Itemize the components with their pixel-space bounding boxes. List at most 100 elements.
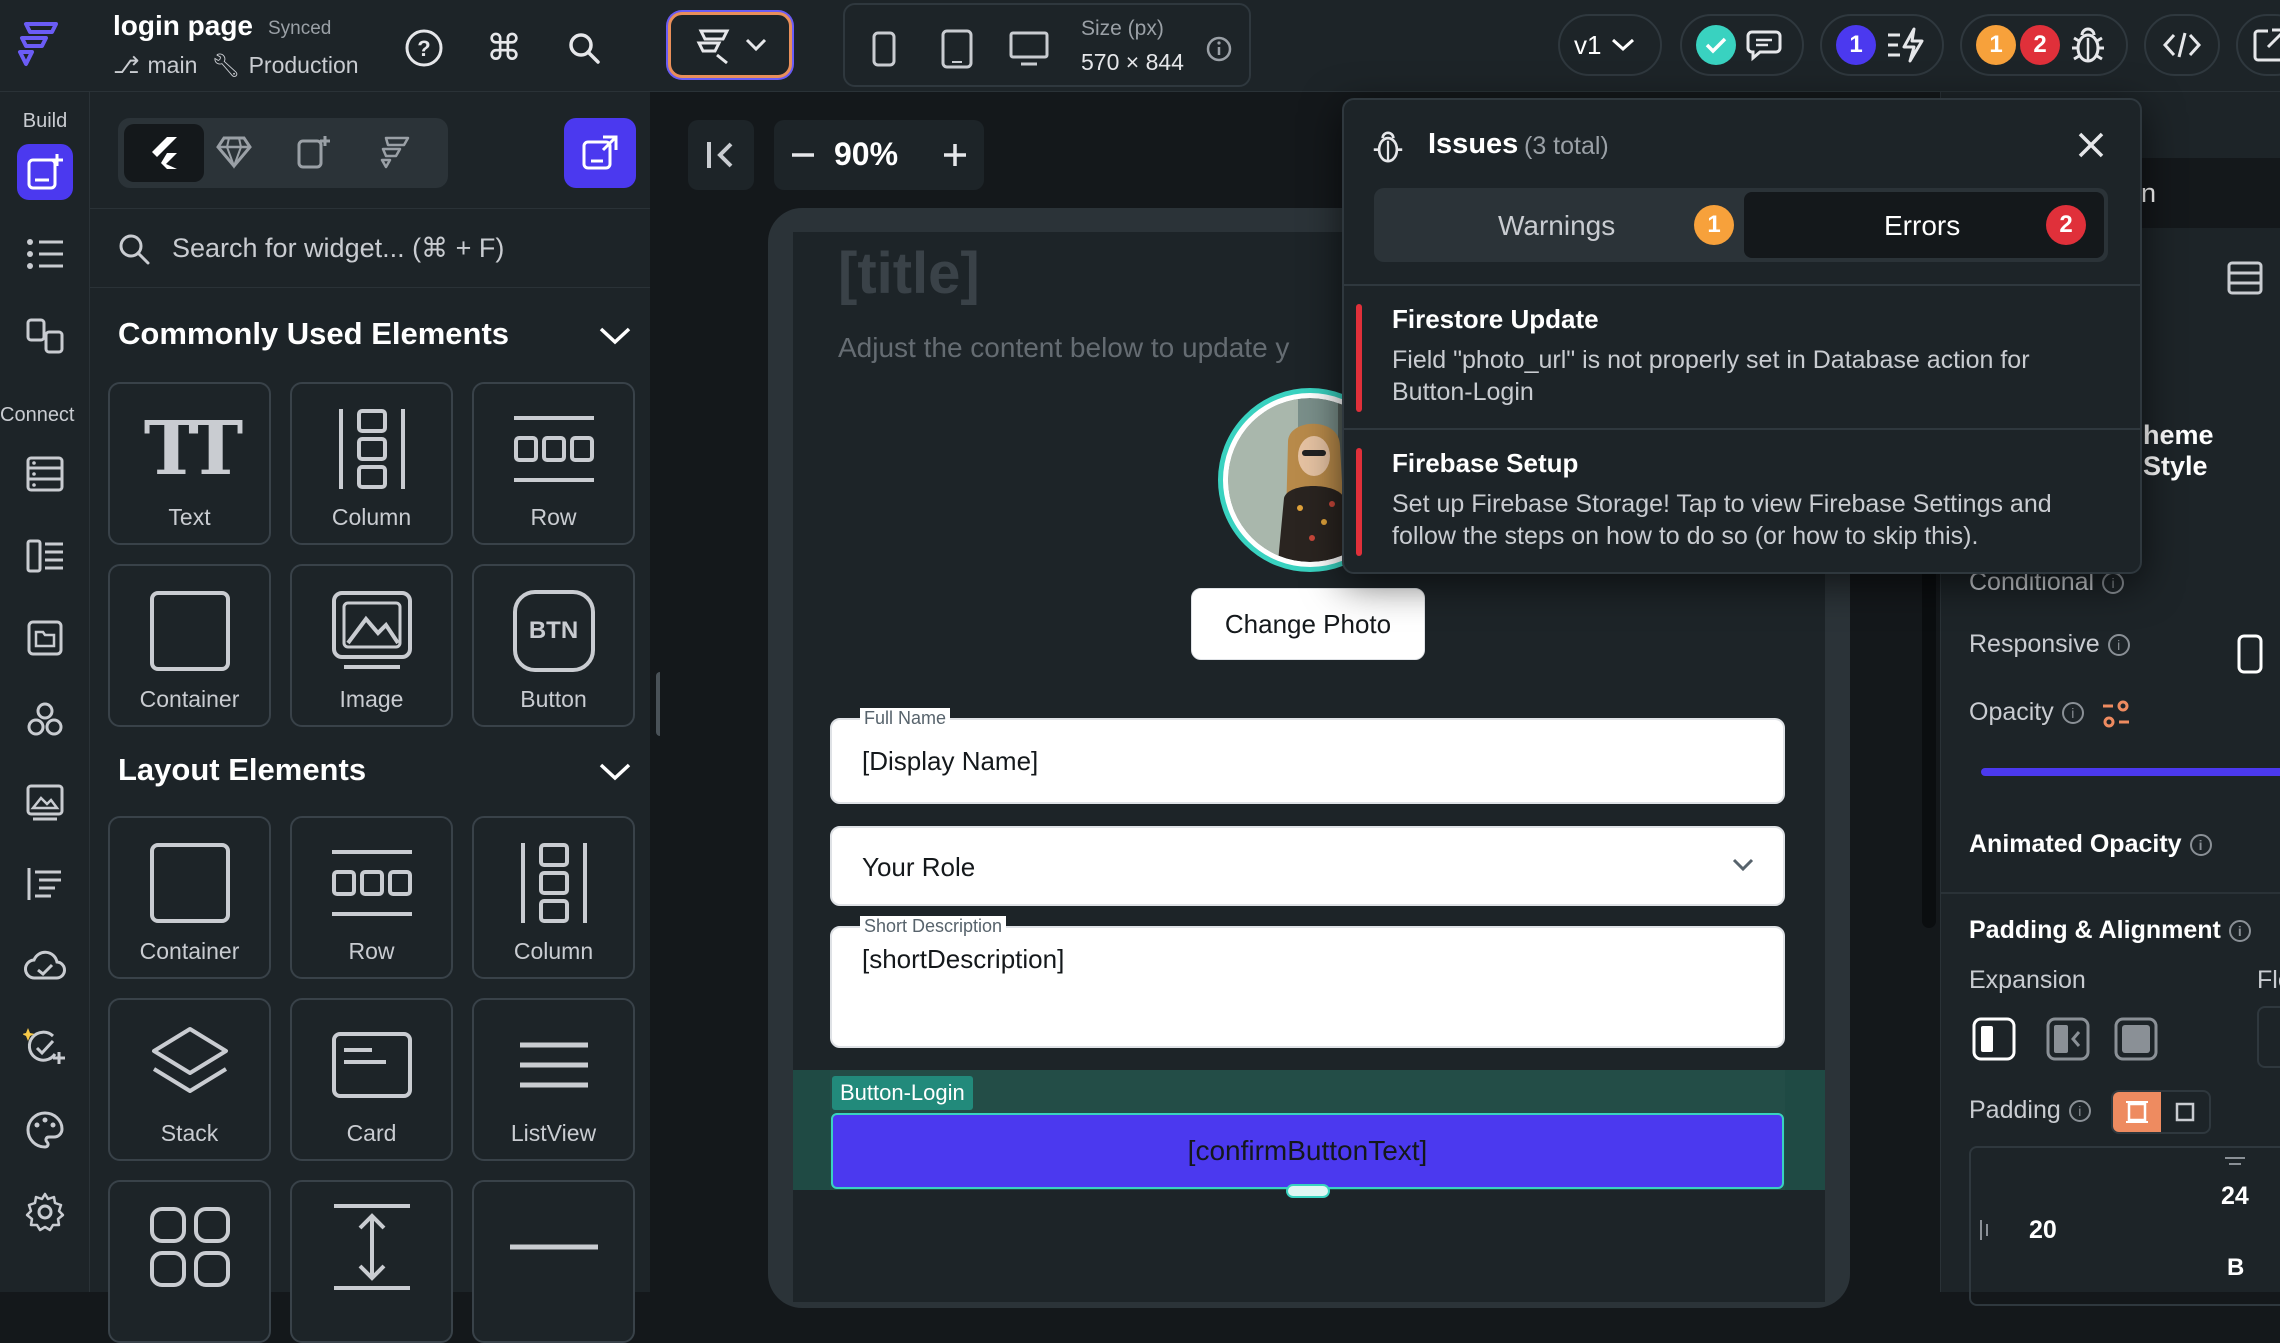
flex-input[interactable] [2257,1006,2280,1068]
widget-tile-label: Text [168,504,211,530]
widget-tile-stack[interactable]: Stack [108,998,271,1161]
flutter-icon [152,137,177,169]
desktop-device-button[interactable] [1009,31,1049,67]
widget-tile-text[interactable]: TT Text [108,382,271,545]
tab-flutterflow-components[interactable] [376,134,412,170]
branch-name: main [147,52,198,78]
rail-firestore-button[interactable] [17,446,73,502]
expand-full-icon [2114,1017,2158,1061]
padding-uniform-button[interactable] [2113,1092,2161,1132]
rail-widget-tree-button[interactable] [17,226,73,282]
widget-mode-dropdown[interactable] [668,12,792,78]
tab-premium-widgets[interactable] [216,134,252,170]
tab-flutter-widgets[interactable] [124,124,204,182]
padding-top-value[interactable]: 24 [2221,1182,2249,1211]
logo-icon [18,22,58,66]
confirm-button[interactable]: [confirmButtonText] [831,1113,1784,1189]
tab-custom-widgets[interactable] [296,134,332,170]
command-palette-button[interactable]: ⌘ [480,24,528,72]
zoom-out-button[interactable] [790,142,816,168]
tablet-device-button[interactable] [941,29,973,69]
theme-style-label[interactable]: heme Style [2143,420,2280,482]
expansion-label: Expansion [1969,966,2086,994]
code-view-button[interactable] [2144,14,2220,76]
issue-item[interactable]: Firestore Update Field "photo_url" is no… [1344,286,2140,428]
rail-app-state-button[interactable] [17,610,73,666]
size-info-icon[interactable] [1205,35,1233,63]
rail-data-types-button[interactable] [17,528,73,584]
version-selector[interactable]: v1 [1558,14,1662,76]
collapse-panel-button[interactable] [688,120,754,190]
close-issues-button[interactable] [2076,130,2106,160]
actions-pill[interactable]: 1 [1820,14,1944,76]
size-value[interactable]: 570 × 844 [1081,49,1184,76]
open-widget-library-button[interactable] [564,118,636,188]
issues-pill[interactable]: 1 2 [1960,14,2128,76]
minus-icon [792,153,814,157]
widget-tile-row[interactable]: Row [290,816,453,979]
rail-theme-button[interactable] [17,1102,73,1158]
widget-tile-spacer[interactable] [290,1180,453,1343]
section-divider [1941,892,2280,894]
widget-tile-card[interactable]: Card [290,998,453,1161]
rail-storyboard-button[interactable] [17,308,73,364]
branch-info[interactable]: ⎇ main 🔧︎ Production [113,52,359,79]
widget-search[interactable]: Search for widget... (⌘ + F) [90,208,650,288]
rail-widgets-button[interactable] [17,144,73,200]
info-icon: i [2189,834,2212,857]
rail-integrations-button[interactable] [17,692,73,748]
issues-title: Issues [1428,128,1519,160]
search-button[interactable] [560,24,608,72]
widget-search-input[interactable]: Search for widget... (⌘ + F) [172,233,504,264]
common-elements-title: Commonly Used Elements [118,316,510,351]
zoom-level[interactable]: 90% [834,136,898,173]
rail-cloud-functions-button[interactable] [17,938,73,994]
rail-tests-button[interactable] [17,1020,73,1076]
opacity-slider[interactable] [1981,768,2280,776]
issue-item[interactable]: Firebase Setup Set up Firebase Storage! … [1344,430,2140,572]
widget-tile-container[interactable]: Container [108,816,271,979]
opacity-variable-icon[interactable] [2101,700,2131,728]
responsive-phone-toggle[interactable] [2237,634,2263,674]
padding-left-value[interactable]: 20 [2029,1216,2057,1245]
rail-custom-code-button[interactable] [17,856,73,912]
widget-tile-button[interactable]: BTN Button [472,564,635,727]
short-description-field[interactable]: Short Description [shortDescription] [830,916,1785,1048]
common-elements-collapse[interactable] [598,326,632,346]
phone-device-button[interactable] [871,31,897,67]
expansion-option-expanded[interactable] [2113,1016,2159,1062]
chevron-down-icon [1612,38,1635,52]
expansion-option-fit[interactable] [1971,1016,2017,1062]
flutterflow-logo[interactable] [8,14,68,74]
tab-errors[interactable]: Errors 2 [1744,192,2104,258]
widget-tile-divider[interactable] [472,1180,635,1343]
tab-warnings[interactable]: Warnings 1 [1378,192,1744,258]
properties-icon-tab[interactable] [2227,260,2263,296]
collab-pill[interactable] [1680,14,1804,76]
project-title[interactable]: login page [113,10,253,42]
full-name-field[interactable]: Full Name [Display Name] [830,708,1785,804]
rail-media-assets-button[interactable] [17,774,73,830]
role-dropdown[interactable]: Your Role [830,826,1785,906]
lightning-list-icon [1888,27,1924,63]
layout-elements-collapse[interactable] [598,762,632,782]
selected-widget-tag: Button-Login [832,1076,973,1110]
padding-individual-button[interactable] [2161,1092,2209,1132]
widget-tile-grid[interactable] [108,1180,271,1343]
help-button[interactable]: ? [400,24,448,72]
widget-tile-container[interactable]: Container [108,564,271,727]
responsive-label: Responsive i [1969,630,2130,659]
page-title[interactable]: [title] [838,240,980,307]
page-subtitle[interactable]: Adjust the content below to update y [838,332,1348,364]
widget-tile-listview[interactable]: ListView [472,998,635,1161]
expansion-option-flex[interactable] [2045,1016,2091,1062]
change-photo-button[interactable]: Change Photo [1191,588,1425,660]
widget-tile-column[interactable]: Column [472,816,635,979]
open-external-button[interactable] [2236,14,2280,76]
rail-settings-button[interactable] [17,1184,73,1240]
widget-tile-column[interactable]: Column [290,382,453,545]
zoom-in-button[interactable] [942,142,968,168]
resize-handle[interactable] [1286,1184,1330,1198]
widget-tile-image[interactable]: Image [290,564,453,727]
widget-tile-row[interactable]: Row [472,382,635,545]
